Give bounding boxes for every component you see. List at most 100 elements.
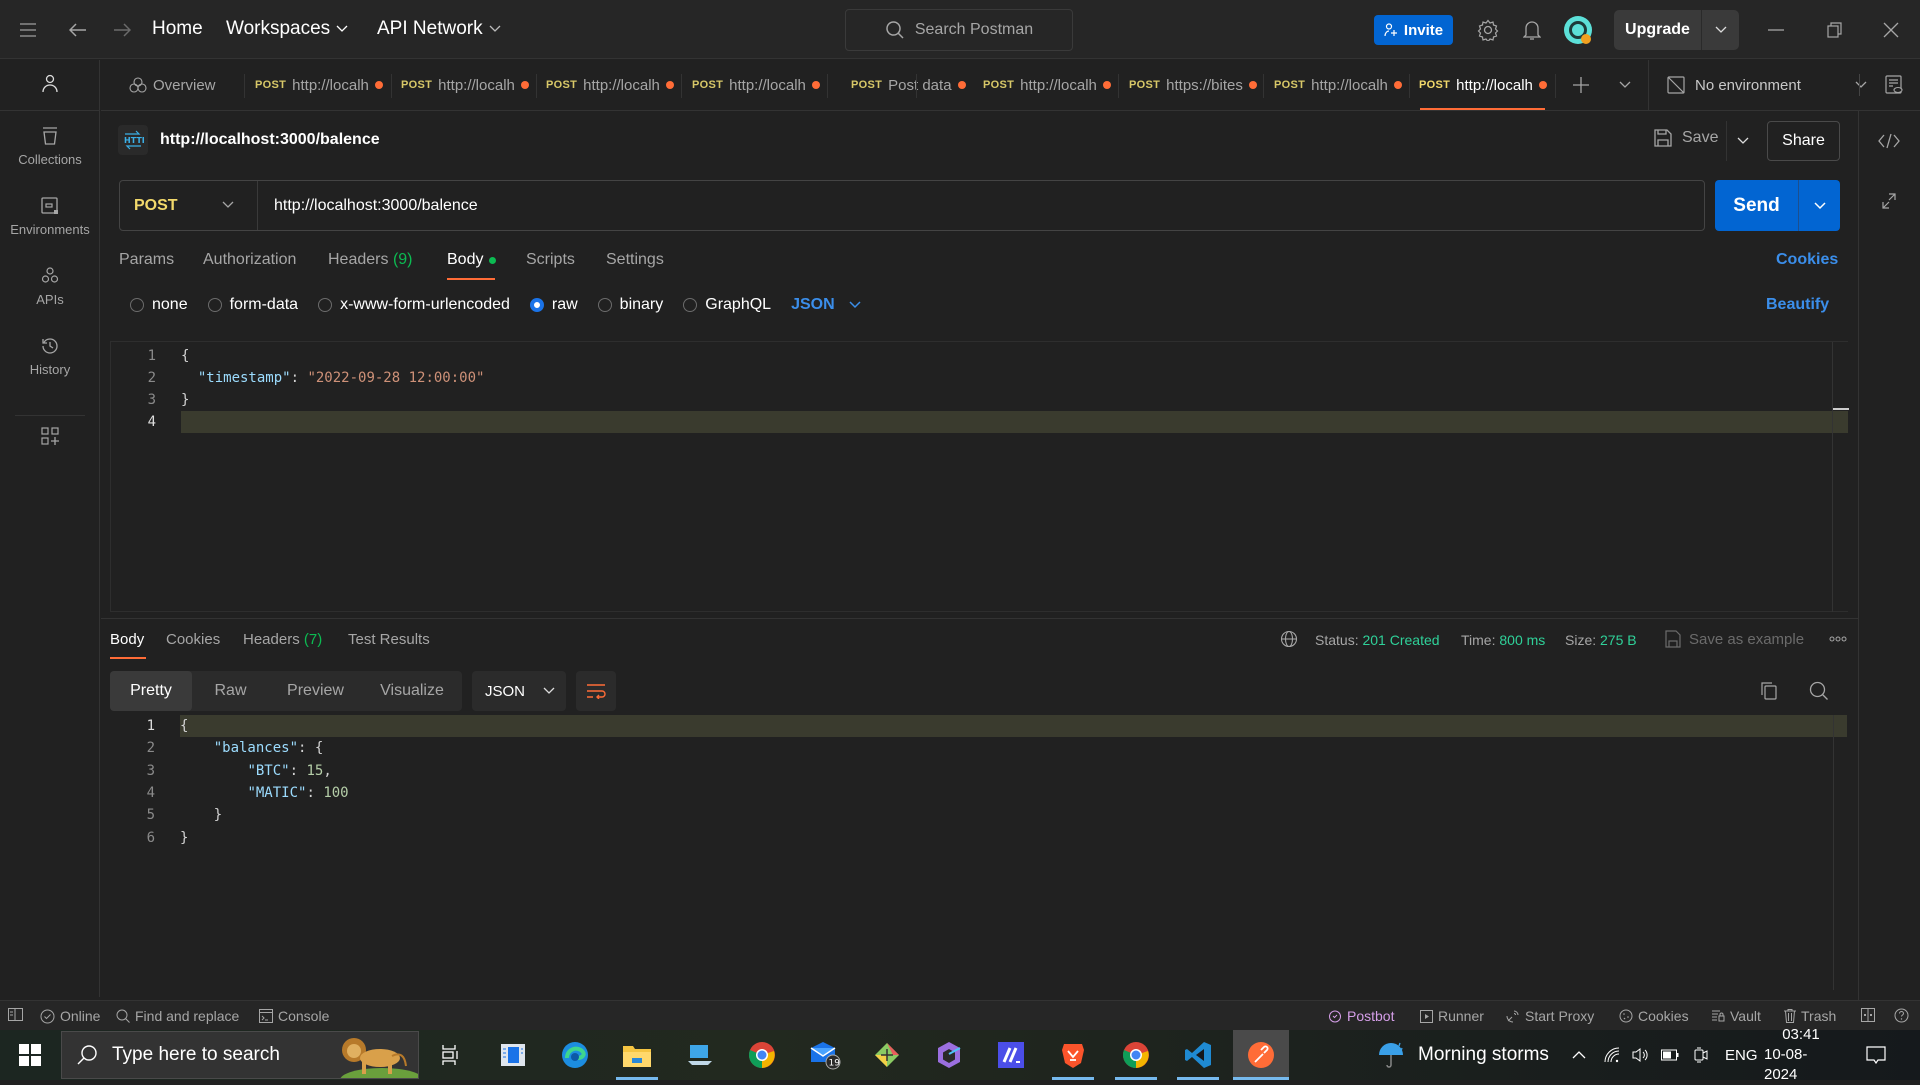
back-arrow-icon[interactable]: [66, 18, 90, 42]
tab-request-active[interactable]: POST http://localh: [1419, 60, 1547, 110]
response-format-select[interactable]: JSON: [472, 671, 566, 711]
view-pretty[interactable]: Pretty: [110, 671, 192, 711]
send-options-chevron-icon[interactable]: [1799, 180, 1840, 231]
code-snippet-icon[interactable]: [1877, 129, 1901, 153]
environment-quick-look-icon[interactable]: [1882, 73, 1906, 97]
tab-request[interactable]: POST http://localh: [255, 60, 383, 110]
trash-button[interactable]: Trash: [1784, 1008, 1836, 1024]
response-tab-body[interactable]: Body: [110, 631, 144, 648]
radio-form-data[interactable]: form-data: [207, 296, 298, 314]
wrap-lines-icon[interactable]: [576, 671, 616, 711]
start-proxy-button[interactable]: Start Proxy: [1506, 1008, 1594, 1024]
response-size[interactable]: Size: 275 B: [1565, 632, 1637, 648]
environment-selector[interactable]: No environment: [1667, 60, 1867, 110]
windows-start-icon[interactable]: [5, 1030, 55, 1080]
user-profile-icon[interactable]: [38, 72, 62, 96]
tab-request[interactable]: POST http://localh: [692, 60, 820, 110]
tab-request[interactable]: POST http://localh: [1274, 60, 1402, 110]
tabs-menu-chevron-icon[interactable]: [1614, 74, 1636, 96]
search-icon[interactable]: [1808, 680, 1830, 702]
tab-request[interactable]: POST http://localh: [401, 60, 529, 110]
vault-button[interactable]: Vault: [1711, 1008, 1761, 1024]
request-body-editor[interactable]: 1 2 3 4 { "timestamp": "2022-09-28 12:00…: [110, 341, 1849, 612]
toggle-sidebar-icon[interactable]: [8, 1008, 23, 1021]
response-tab-headers[interactable]: Headers (7): [243, 631, 322, 648]
body-format-select[interactable]: JSON: [791, 296, 861, 314]
response-tab-cookies[interactable]: Cookies: [166, 631, 220, 648]
nav-home[interactable]: Home: [152, 18, 203, 40]
taskbar-app-file-explorer[interactable]: [612, 1030, 662, 1080]
tab-request[interactable]: POST http://localh: [983, 60, 1111, 110]
method-select[interactable]: POST: [120, 181, 258, 230]
restore-window-icon[interactable]: [1822, 18, 1846, 42]
radio-x-www-form-urlencoded[interactable]: x-www-form-urlencoded: [318, 296, 510, 314]
view-raw[interactable]: Raw: [192, 671, 269, 711]
radio-binary[interactable]: binary: [597, 296, 663, 314]
save-as-example-button[interactable]: Save as example: [1665, 630, 1804, 648]
invite-button[interactable]: Invite: [1374, 15, 1453, 45]
radio-raw[interactable]: raw: [529, 296, 578, 314]
forward-arrow-icon[interactable]: [110, 18, 134, 42]
tab-params[interactable]: Params: [119, 251, 174, 269]
online-status[interactable]: Online: [40, 1008, 100, 1024]
panel-divider[interactable]: [101, 618, 1858, 619]
request-title[interactable]: http://localhost:3000/balence: [160, 131, 380, 149]
search-postman-input[interactable]: Search Postman: [845, 9, 1073, 51]
view-preview[interactable]: Preview: [269, 671, 362, 711]
editor-scrollbar-thumb[interactable]: [1833, 408, 1849, 410]
nav-workspaces[interactable]: Workspaces: [226, 18, 348, 40]
response-time[interactable]: Time: 800 ms: [1461, 632, 1545, 648]
response-body-viewer[interactable]: 1 2 3 4 5 6 { "balances": { "BTC": 15, "…: [110, 715, 1848, 990]
tab-authorization[interactable]: Authorization: [203, 251, 296, 269]
sidebar-item-history[interactable]: History: [0, 336, 100, 377]
show-hidden-icons-chevron[interactable]: [1572, 1030, 1586, 1080]
camera-icon[interactable]: [1693, 1030, 1709, 1080]
radio-graphql[interactable]: GraphQL: [683, 296, 771, 314]
share-button[interactable]: Share: [1767, 121, 1840, 161]
user-avatar[interactable]: [1562, 14, 1594, 46]
tab-headers[interactable]: Headers (9): [328, 251, 413, 269]
wifi-icon[interactable]: [1604, 1030, 1620, 1080]
taskbar-app-edge[interactable]: [550, 1030, 600, 1080]
runner-button[interactable]: Runner: [1420, 1008, 1484, 1024]
close-window-icon[interactable]: [1879, 18, 1903, 42]
tab-scripts[interactable]: Scripts: [526, 251, 575, 269]
clock[interactable]: 03:41 10-08-2024: [1764, 1026, 1838, 1083]
weather-widget[interactable]: Morning storms: [1376, 1030, 1549, 1080]
taskbar-app-postman-active[interactable]: [1233, 1030, 1289, 1080]
taskbar-app-git-tool[interactable]: [862, 1030, 912, 1080]
response-status[interactable]: Status: 201 Created: [1315, 632, 1440, 648]
task-view-icon[interactable]: [425, 1030, 475, 1080]
battery-icon[interactable]: [1661, 1030, 1679, 1080]
taskbar-app-news[interactable]: [488, 1030, 538, 1080]
tab-settings[interactable]: Settings: [606, 251, 664, 269]
settings-gear-icon[interactable]: [1476, 18, 1500, 42]
send-button[interactable]: Send: [1715, 180, 1840, 231]
taskbar-app-vscode[interactable]: [1173, 1030, 1223, 1080]
more-options-icon[interactable]: [1829, 636, 1847, 642]
notifications-center-icon[interactable]: [1866, 1030, 1886, 1080]
upgrade-button[interactable]: Upgrade: [1614, 10, 1739, 50]
response-tab-test-results[interactable]: Test Results: [348, 631, 430, 648]
save-options-chevron-icon[interactable]: [1732, 130, 1754, 152]
volume-icon[interactable]: [1632, 1030, 1650, 1080]
two-pane-view-icon[interactable]: [1861, 1008, 1875, 1022]
beautify-button[interactable]: Beautify: [1766, 296, 1829, 314]
sidebar-item-apis[interactable]: APIs: [0, 266, 100, 307]
editor-scrollbar-track[interactable]: [1832, 342, 1833, 612]
taskbar-app-chrome[interactable]: [737, 1030, 787, 1080]
sidebar-item-collections[interactable]: Collections: [0, 126, 100, 167]
url-input[interactable]: [274, 181, 1674, 230]
view-visualize[interactable]: Visualize: [362, 671, 462, 711]
tab-request[interactable]: POST https://bites: [1129, 60, 1257, 110]
minimize-window-icon[interactable]: [1764, 18, 1788, 42]
tab-request[interactable]: POST Post data: [851, 60, 966, 110]
nav-api-network[interactable]: API Network: [377, 18, 501, 40]
taskbar-app-remote[interactable]: [675, 1030, 725, 1080]
help-icon[interactable]: [1894, 1008, 1909, 1023]
tab-overview[interactable]: Overview: [129, 60, 216, 110]
viewer-scrollbar-track[interactable]: [1833, 715, 1834, 990]
add-widget-icon[interactable]: [38, 424, 62, 448]
language-indicator[interactable]: ENG: [1725, 1030, 1758, 1080]
cookies-button[interactable]: Cookies: [1619, 1008, 1689, 1024]
